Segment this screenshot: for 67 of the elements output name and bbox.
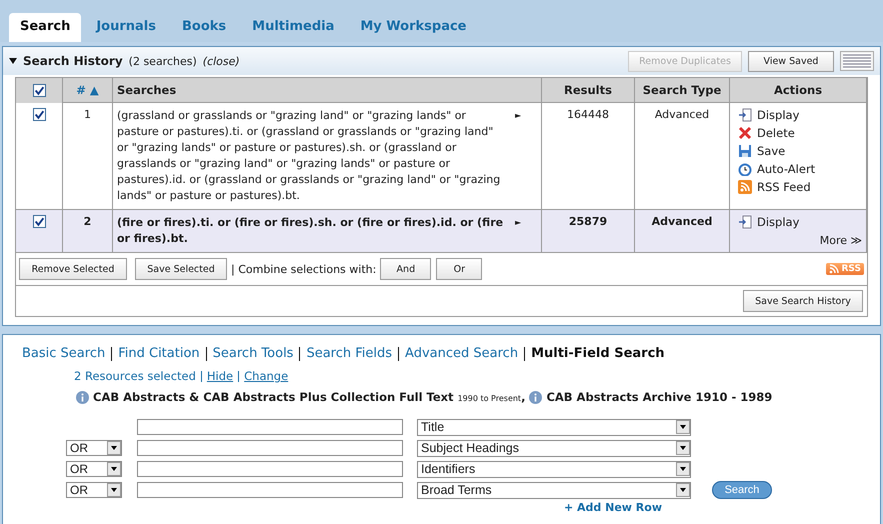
operator-select[interactable]: OR	[66, 461, 122, 477]
save-search-history-button[interactable]: Save Search History	[743, 290, 863, 312]
checkbox[interactable]	[32, 108, 46, 121]
operator-select[interactable]: OR	[66, 440, 122, 456]
resources-count: 2 Resources selected	[74, 369, 196, 383]
add-row-link[interactable]: + Add New Row	[564, 501, 874, 514]
field-select[interactable]: Broad Terms	[417, 482, 691, 498]
results-count: 25879	[542, 210, 634, 252]
action-link[interactable]: Delete	[757, 126, 795, 140]
column-header: Actions	[730, 78, 866, 102]
column-header: Results	[542, 78, 634, 102]
info-icon[interactable]	[76, 390, 89, 404]
and-button[interactable]: And	[380, 258, 432, 280]
document-arrow-icon	[738, 215, 752, 229]
more-link[interactable]: More ≫	[734, 234, 862, 247]
column-header: Search Type	[634, 78, 730, 102]
save-icon	[738, 144, 752, 158]
search-mode-link[interactable]: Search Tools	[206, 347, 300, 361]
field-select[interactable]: Title	[417, 418, 691, 436]
field-select[interactable]: Subject Headings	[417, 440, 691, 456]
action-link[interactable]: RSS Feed	[757, 180, 811, 194]
rss-icon	[738, 180, 752, 194]
column-header[interactable]: # ▲	[62, 78, 112, 102]
tab[interactable]: Search	[9, 13, 82, 42]
search-mode-link[interactable]: Search Fields	[299, 347, 398, 361]
remove-selected-button[interactable]: Remove Selected	[19, 258, 127, 280]
panel-title: Search History	[23, 54, 123, 68]
search-mode-link[interactable]: Advanced Search	[398, 347, 524, 361]
list-view-icon[interactable]	[840, 51, 874, 71]
search-count: (2 searches)	[128, 54, 197, 68]
search-query: (fire or fires).ti. or (fire or fires).sh. or (fire or fires).id. or (fire or fires).bt.	[117, 215, 504, 247]
action-link[interactable]: Display	[757, 108, 800, 122]
checkbox[interactable]	[32, 84, 46, 98]
action-link[interactable]: Auto-Alert	[757, 162, 816, 176]
clock-icon	[738, 162, 752, 176]
search-mode-link[interactable]: Multi-Field Search	[524, 347, 671, 361]
search-term-field[interactable]	[137, 440, 403, 456]
view-saved-button[interactable]: View Saved	[748, 50, 834, 72]
search-term-field[interactable]	[137, 482, 403, 498]
search-query: (grassland or grasslands or "grazing land" or "grazing lands" or pasture or pastures).ti. or (grassland or grasslands or "grazing land" or "grazing lands" or pasture or pastures).sh. or (grassland or grasslands or "grazing land" or "grazing lands" or pasture or pastures).id. or (grassland or grasslands or "grazing land" or "grazing lands" or pasture or pastures).bt.	[117, 108, 502, 204]
search-type: Advanced	[634, 210, 730, 252]
field-select[interactable]: Identifiers	[417, 460, 691, 478]
action-link[interactable]: Save	[757, 144, 786, 158]
save-selected-button[interactable]: Save Selected	[135, 258, 227, 280]
search-term-field[interactable]	[137, 419, 403, 435]
rss-icon	[828, 264, 838, 274]
info-icon[interactable]	[529, 390, 542, 404]
checkbox[interactable]	[32, 215, 46, 228]
search-term-field[interactable]	[137, 461, 403, 477]
expand-arrow[interactable]: ►	[515, 108, 522, 204]
combine-label: | Combine selections with:	[231, 262, 376, 276]
column-header: Searches	[112, 78, 542, 102]
search-mode-link[interactable]: Find Citation	[111, 347, 206, 361]
row-number: 2	[62, 210, 112, 252]
expand-arrow[interactable]: ►	[515, 215, 522, 247]
close-link[interactable]: (close)	[202, 54, 240, 68]
change-link[interactable]: Change	[244, 369, 288, 383]
or-button[interactable]: Or	[436, 258, 482, 280]
action-link[interactable]: Display	[757, 215, 800, 229]
delete-icon	[738, 126, 752, 140]
collapse-triangle-icon[interactable]	[9, 58, 17, 64]
hide-link[interactable]: Hide	[206, 369, 234, 383]
operator-select[interactable]: OR	[66, 482, 122, 498]
database-name: CAB Abstracts Archive 1910 - 1989	[546, 390, 772, 404]
database-name: CAB Abstracts & CAB Abstracts Plus Collection Full Text 1990 to Present,	[93, 390, 526, 404]
document-arrow-icon	[738, 108, 752, 122]
search-mode-link[interactable]: Basic Search	[22, 347, 112, 361]
